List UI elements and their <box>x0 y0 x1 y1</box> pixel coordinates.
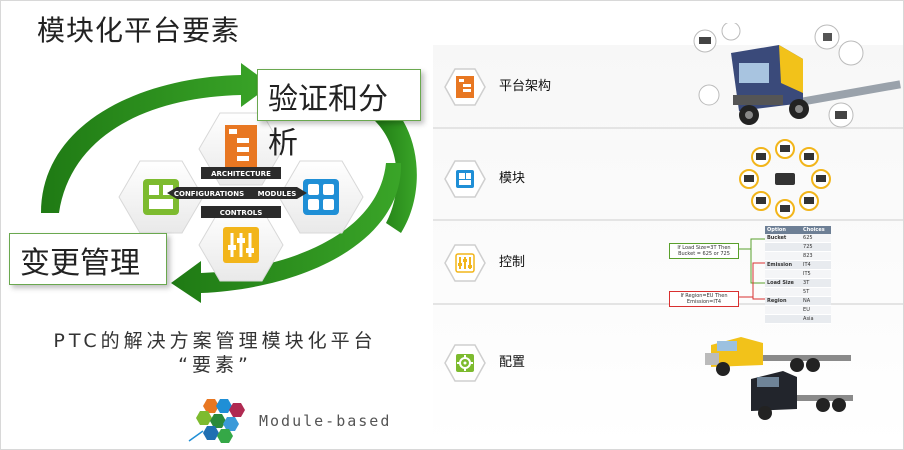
row-label-configuration: 配置 <box>499 355 526 370</box>
table-row: 823 <box>765 251 831 261</box>
controls-icon <box>444 244 486 282</box>
configuration-icon <box>444 344 486 382</box>
modules-picture <box>739 139 831 219</box>
architecture-icon <box>444 68 486 106</box>
options-header-choices: Choices <box>801 226 831 234</box>
choice-cell: EU <box>801 305 831 315</box>
label-architecture: ARCHITECTURE <box>211 170 271 178</box>
table-row: 725 <box>765 242 831 252</box>
table-row: Emission IT4 <box>765 260 831 270</box>
option-cell: Region <box>765 296 802 306</box>
options-table: Option Choices Bucket 625 725 823 Emissio… <box>765 226 831 324</box>
choice-cell: 725 <box>801 242 831 252</box>
choice-cell: IT5 <box>801 269 831 279</box>
choice-cell: Asia <box>801 314 831 324</box>
bottom-caption-line2: “要素” <box>178 354 252 376</box>
option-cell: Bucket <box>765 234 802 243</box>
analysis-callout: 验证和分析 <box>257 69 421 161</box>
slide-title: 模块化平台要素 <box>37 14 241 47</box>
slide: 模块化平台要素 ARCHITECTURE CONFIGURATIONS MODU… <box>0 0 904 450</box>
change-management-callout: 变更管理 <box>9 233 167 285</box>
option-cell <box>765 287 802 297</box>
option-cell <box>765 269 802 279</box>
option-cell <box>765 242 802 252</box>
label-configurations: CONFIGURATIONS <box>174 190 244 198</box>
bottom-caption: PTC的解决方案管理模块化平台 “要素” <box>35 329 395 377</box>
option-cell <box>765 251 802 261</box>
table-row: Asia <box>765 314 831 324</box>
option-cell <box>765 314 802 324</box>
row-controls: 控制 <box>433 221 903 305</box>
rule-red-box: If Region=EU Then Emission=IT4 <box>669 291 739 307</box>
choice-cell: 823 <box>801 251 831 261</box>
table-row: IT5 <box>765 269 831 279</box>
choice-cell: 5T <box>801 287 831 297</box>
row-label-modules: 模块 <box>499 171 526 186</box>
choice-cell: NA <box>801 296 831 306</box>
table-row: Region NA <box>765 296 831 306</box>
row-label-controls: 控制 <box>499 255 526 270</box>
modules-icon <box>444 160 486 198</box>
table-row: Bucket 625 <box>765 234 831 243</box>
table-row: 5T <box>765 287 831 297</box>
table-row: Load Size 3T <box>765 278 831 288</box>
truck-architecture-picture <box>693 23 901 128</box>
trucks-configuration-picture <box>705 337 853 420</box>
label-modules: MODULES <box>258 190 297 198</box>
choice-cell: IT4 <box>801 260 831 270</box>
table-row: EU <box>765 305 831 315</box>
choice-cell: 3T <box>801 278 831 288</box>
label-controls: CONTROLS <box>220 209 263 217</box>
options-header-option: Option <box>765 226 802 234</box>
row-label-architecture: 平台架构 <box>499 79 552 94</box>
option-cell: Load Size <box>765 278 802 288</box>
option-cell: Emission <box>765 260 802 270</box>
choice-cell: 625 <box>801 234 831 243</box>
module-based-logo-icon <box>188 399 245 443</box>
options-table-header: Option Choices <box>765 226 831 234</box>
option-cell <box>765 305 802 315</box>
module-based-label: Module-based <box>259 412 392 430</box>
rule-connectors <box>739 238 765 300</box>
rule-green-box: If Load Size=3T Then Bucket = 625 or 725 <box>669 243 739 259</box>
bottom-caption-line1: PTC的解决方案管理模块化平台 <box>53 330 377 352</box>
